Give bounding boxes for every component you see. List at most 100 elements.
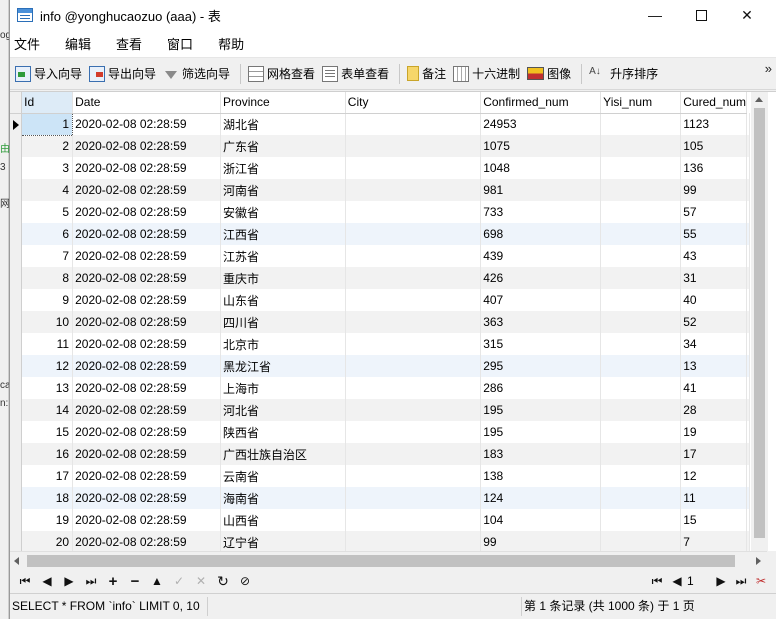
row-header[interactable] — [10, 531, 23, 552]
data-grid[interactable]: Id Date Province City Confirmed_num Yisi… — [10, 92, 750, 552]
cell-id[interactable]: 13 — [21, 377, 74, 399]
cell-province[interactable]: 山西省 — [220, 509, 346, 531]
cell-cured-num[interactable]: 12 — [680, 465, 747, 487]
table-row[interactable]: 1 2020-02-08 02:28:59 湖北省 24953 1123 — [10, 112, 750, 136]
cell-city[interactable] — [345, 135, 482, 157]
cell-confirmed-num[interactable]: 315 — [480, 333, 602, 355]
cell-id[interactable]: 6 — [21, 223, 74, 245]
column-header-yisi-num[interactable]: Yisi_num — [600, 92, 682, 114]
vertical-scrollbar[interactable] — [751, 92, 768, 552]
cell-yisi-num[interactable] — [600, 377, 682, 399]
table-row[interactable]: 9 2020-02-08 02:28:59 山东省 407 40 — [10, 289, 750, 311]
cell-yisi-num[interactable] — [600, 245, 682, 267]
first-page-button[interactable]: ⏮ — [647, 571, 667, 591]
cell-province[interactable]: 山东省 — [220, 289, 346, 311]
cell-yisi-num[interactable] — [600, 113, 682, 135]
cell-city[interactable] — [345, 377, 482, 399]
row-header[interactable] — [10, 157, 23, 179]
table-row[interactable]: 15 2020-02-08 02:28:59 陕西省 195 19 — [10, 421, 750, 443]
cell-city[interactable] — [345, 443, 482, 465]
image-button[interactable]: 图像 — [525, 62, 575, 86]
cell-city[interactable] — [345, 179, 482, 201]
cell-date[interactable]: 2020-02-08 02:28:59 — [72, 311, 222, 333]
cell-province[interactable]: 江苏省 — [220, 245, 346, 267]
previous-page-button[interactable]: ◀ — [667, 571, 687, 591]
cell-city[interactable] — [345, 289, 482, 311]
row-header[interactable] — [10, 509, 23, 531]
cell-city[interactable] — [345, 531, 482, 552]
cell-yisi-num[interactable] — [600, 487, 682, 509]
cell-id[interactable]: 3 — [21, 157, 74, 179]
table-row[interactable]: 5 2020-02-08 02:28:59 安徽省 733 57 — [10, 201, 750, 223]
cell-id[interactable]: 18 — [21, 487, 74, 509]
cell-province[interactable]: 上海市 — [220, 377, 346, 399]
cell-confirmed-num[interactable]: 195 — [480, 399, 602, 421]
cell-date[interactable]: 2020-02-08 02:28:59 — [72, 377, 222, 399]
cell-city[interactable] — [345, 509, 482, 531]
cell-yisi-num[interactable] — [600, 509, 682, 531]
cell-city[interactable] — [345, 465, 482, 487]
cell-id[interactable]: 19 — [21, 509, 74, 531]
sort-ascending-button[interactable]: A↓ 升序排序 — [587, 62, 662, 86]
cell-id[interactable]: 11 — [21, 333, 74, 355]
cell-cured-num[interactable]: 105 — [680, 135, 747, 157]
cell-confirmed-num[interactable]: 295 — [480, 355, 602, 377]
row-header[interactable] — [10, 333, 23, 355]
cell-province[interactable]: 河北省 — [220, 399, 346, 421]
cell-province[interactable]: 重庆市 — [220, 267, 346, 289]
previous-record-button[interactable]: ◀ — [36, 571, 58, 591]
column-header-cured-num[interactable]: Cured_num — [680, 92, 747, 114]
cell-id[interactable]: 5 — [21, 201, 74, 223]
column-header-confirmed-num[interactable]: Confirmed_num — [480, 92, 602, 114]
cell-city[interactable] — [345, 245, 482, 267]
cell-cured-num[interactable]: 13 — [680, 355, 747, 377]
cell-date[interactable]: 2020-02-08 02:28:59 — [72, 113, 222, 135]
cell-date[interactable]: 2020-02-08 02:28:59 — [72, 443, 222, 465]
cell-id[interactable]: 17 — [21, 465, 74, 487]
cell-province[interactable]: 四川省 — [220, 311, 346, 333]
cell-province[interactable]: 河南省 — [220, 179, 346, 201]
cell-id[interactable]: 7 — [21, 245, 74, 267]
cell-city[interactable] — [345, 421, 482, 443]
cell-cured-num[interactable]: 1123 — [680, 113, 747, 135]
cell-yisi-num[interactable] — [600, 355, 682, 377]
next-record-button[interactable]: ▶ — [58, 571, 80, 591]
column-header-city[interactable]: City — [345, 92, 482, 114]
minimize-button[interactable]: — — [632, 0, 678, 30]
cell-province[interactable]: 陕西省 — [220, 421, 346, 443]
row-header[interactable] — [10, 267, 23, 289]
title-bar[interactable]: info @yonghucaozuo (aaa) - 表 — ✕ — [10, 0, 776, 30]
cell-province[interactable]: 黑龙江省 — [220, 355, 346, 377]
export-wizard-button[interactable]: 导出向导 — [87, 62, 160, 86]
first-record-button[interactable]: ⏮ — [14, 571, 36, 591]
cell-confirmed-num[interactable]: 195 — [480, 421, 602, 443]
cell-city[interactable] — [345, 157, 482, 179]
cell-yisi-num[interactable] — [600, 267, 682, 289]
cell-province[interactable]: 浙江省 — [220, 157, 346, 179]
toolbar-overflow-icon[interactable]: » — [765, 61, 772, 76]
cell-province[interactable]: 辽宁省 — [220, 531, 346, 552]
stop-button[interactable]: ⊘ — [234, 571, 256, 591]
table-row[interactable]: 13 2020-02-08 02:28:59 上海市 286 41 — [10, 377, 750, 399]
cell-cured-num[interactable]: 28 — [680, 399, 747, 421]
filter-wizard-button[interactable]: 筛选向导 — [161, 62, 234, 86]
cell-province[interactable]: 湖北省 — [220, 113, 346, 135]
cell-id[interactable]: 10 — [21, 311, 74, 333]
menu-help[interactable]: 帮助 — [218, 34, 256, 53]
cell-cured-num[interactable]: 19 — [680, 421, 747, 443]
table-row[interactable]: 4 2020-02-08 02:28:59 河南省 981 99 — [10, 179, 750, 201]
vertical-scroll-thumb[interactable] — [754, 108, 765, 538]
cell-city[interactable] — [345, 113, 482, 135]
table-row[interactable]: 14 2020-02-08 02:28:59 河北省 195 28 — [10, 399, 750, 421]
row-header[interactable] — [10, 443, 23, 465]
cell-confirmed-num[interactable]: 426 — [480, 267, 602, 289]
cell-date[interactable]: 2020-02-08 02:28:59 — [72, 201, 222, 223]
cell-confirmed-num[interactable]: 733 — [480, 201, 602, 223]
cell-id[interactable]: 4 — [21, 179, 74, 201]
row-header[interactable] — [10, 399, 23, 421]
delete-record-button[interactable]: − — [124, 571, 146, 591]
form-view-button[interactable]: 表单查看 — [320, 62, 393, 86]
cell-city[interactable] — [345, 267, 482, 289]
cell-province[interactable]: 广西壮族自治区 — [220, 443, 346, 465]
cell-yisi-num[interactable] — [600, 289, 682, 311]
